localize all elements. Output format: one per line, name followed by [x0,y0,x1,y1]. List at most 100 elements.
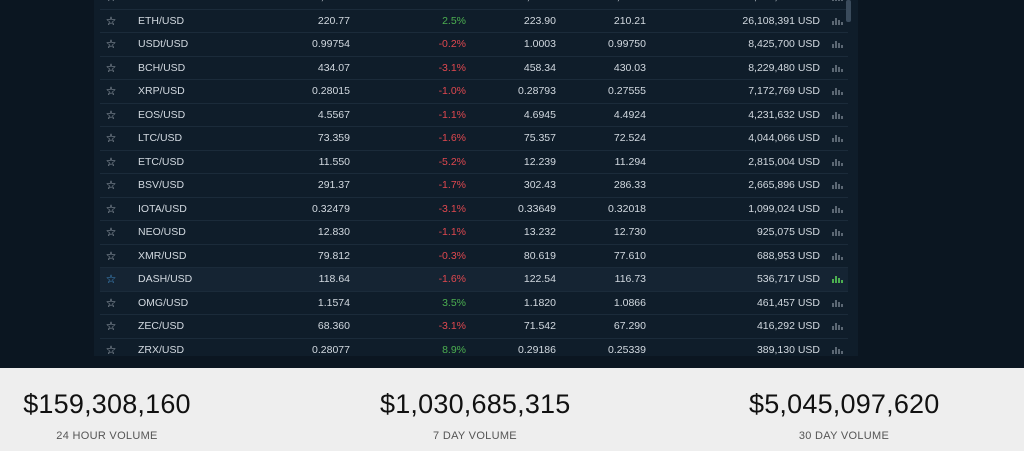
bar-chart-icon[interactable] [832,315,843,338]
bar-chart-icon[interactable] [832,127,843,150]
star-icon[interactable]: ☆ [104,221,118,244]
bar-chart-icon[interactable] [832,221,843,244]
volume: 8,425,700 USD [748,38,820,50]
bar-chart-icon[interactable] [832,268,843,291]
high-price: 302.43 [523,179,556,191]
change-percent: -1.1% [438,226,466,238]
pair-name[interactable]: ZEC/USD [138,315,184,338]
table-row[interactable]: ☆ DASH/USD 118.64 -1.6% 122.54 116.73 536,717 … [100,268,848,292]
bar-chart-icon[interactable] [832,10,843,33]
last-price: 434.07 [317,61,350,74]
high-price: 9,850.0 [521,0,556,9]
table-row[interactable]: ☆ USDt/USD 0.99754 -0.2% 1.0003 0.99750 8,425,… [100,33,848,57]
star-icon[interactable]: ☆ [104,339,118,357]
last-price: 0.32479 [312,202,350,215]
last-price: 0.28077 [312,343,350,356]
high-price: 0.33649 [518,202,556,215]
pair-name[interactable]: NEO/USD [138,221,186,244]
change-percent: -1.0% [438,85,466,97]
star-icon[interactable]: ☆ [104,315,118,338]
bar-chart-icon[interactable] [832,0,843,9]
star-icon[interactable]: ☆ [104,57,118,80]
table-row[interactable]: ☆ BSV/USD 291.37 -1.7% 302.43 286.33 2,665,896… [100,174,848,198]
star-icon[interactable]: ☆ [104,198,118,221]
scrollbar-thumb[interactable] [846,0,851,22]
pair-name[interactable]: ZRX/USD [138,339,184,357]
star-icon[interactable]: ☆ [104,127,118,150]
stat-24h-volume: $159,308,160 24 HOUR VOLUME [22,368,192,442]
volume: 4,231,632 USD [748,108,820,121]
table-row[interactable]: ☆ IOTA/USD 0.32479 -3.1% 0.33649 0.32018 1,099… [100,198,848,221]
bar-chart-icon[interactable] [832,104,843,127]
volume: 461,457 USD [756,296,820,309]
low-price: 11.294 [614,155,646,168]
star-icon[interactable]: ☆ [104,104,118,127]
table-row[interactable]: ☆ BTC/USD 9,708.9 -1.1% 9,850.0 9,654.0 81,127… [100,0,848,10]
pair-name[interactable]: OMG/USD [138,292,188,315]
volume: 26,108,391 USD [742,14,820,27]
last-price: 220.77 [317,14,350,27]
change-percent: -1.6% [438,273,466,285]
table-row[interactable]: ☆ EOS/USD 4.5567 -1.1% 4.6945 4.4924 4,231,632… [100,104,848,127]
low-price: 430.03 [613,61,646,74]
low-price: 1.0866 [613,296,646,309]
bar-chart-icon[interactable] [832,57,843,80]
low-price: 0.99750 [608,38,646,50]
star-icon[interactable]: ☆ [104,245,118,268]
star-icon[interactable]: ☆ [104,10,118,33]
star-icon[interactable]: ☆ [104,80,118,103]
bar-chart-icon[interactable] [832,151,843,174]
change-percent: -5.2% [438,155,466,168]
bar-chart-icon[interactable] [832,245,843,268]
pair-name[interactable]: EOS/USD [138,104,185,127]
pair-name[interactable]: LTC/USD [138,127,182,150]
pair-name[interactable]: XRP/USD [138,80,185,103]
high-price: 1.1820 [523,296,556,309]
bar-chart-icon[interactable] [832,292,843,315]
pair-name[interactable]: USDt/USD [138,33,188,56]
bar-chart-icon[interactable] [832,33,843,56]
table-row[interactable]: ☆ ETH/USD 220.77 2.5% 223.90 210.21 26,108,391… [100,10,848,33]
pair-name[interactable]: BCH/USD [138,57,185,80]
high-price: 458.34 [523,61,556,74]
table-row[interactable]: ☆ XMR/USD 79.812 -0.3% 80.619 77.610 688,953 U… [100,245,848,268]
pair-name[interactable]: BSV/USD [138,174,184,197]
table-row[interactable]: ☆ XRP/USD 0.28015 -1.0% 0.28793 0.27555 7,172,… [100,80,848,104]
star-icon[interactable]: ☆ [104,292,118,315]
star-icon[interactable]: ☆ [104,174,118,197]
pair-name[interactable]: XMR/USD [138,245,186,268]
pair-name[interactable]: BTC/USD [138,0,184,9]
bar-chart-icon[interactable] [832,198,843,221]
scrollbar[interactable] [846,0,852,356]
star-icon[interactable]: ☆ [104,151,118,174]
pair-name[interactable]: ETH/USD [138,10,184,33]
low-price: 12.730 [613,226,646,238]
star-icon[interactable]: ☆ [104,268,118,291]
table-row[interactable]: ☆ LTC/USD 73.359 -1.6% 75.357 72.524 4,044,066… [100,127,848,151]
last-price: 4.5567 [317,108,350,121]
last-price: 11.550 [318,155,350,168]
pair-name[interactable]: ETC/USD [138,151,184,174]
table-row[interactable]: ☆ ZRX/USD 0.28077 8.9% 0.29186 0.25339 389,130… [100,339,848,357]
bar-chart-icon[interactable] [832,339,843,357]
high-price: 223.90 [523,14,556,27]
change-percent: -1.1% [438,108,466,121]
high-price: 0.28793 [518,85,556,97]
bar-chart-icon[interactable] [832,174,843,197]
table-row[interactable]: ☆ ZEC/USD 68.360 -3.1% 71.542 67.290 416,292 U… [100,315,848,339]
bar-chart-icon[interactable] [832,80,843,103]
star-icon[interactable]: ☆ [104,0,118,9]
low-price: 286.33 [613,179,646,191]
change-percent: 3.5% [442,296,466,309]
volume: 81,127,357 USD [742,0,820,9]
pair-name[interactable]: IOTA/USD [138,198,187,221]
table-row[interactable]: ☆ ETC/USD 11.550 -5.2% 12.239 11.294 2,815,004… [100,151,848,174]
table-row[interactable]: ☆ NEO/USD 12.830 -1.1% 13.232 12.730 925,075 U… [100,221,848,245]
table-row[interactable]: ☆ OMG/USD 1.1574 3.5% 1.1820 1.0866 461,457 US… [100,292,848,315]
high-price: 12.239 [523,155,556,168]
volume: 925,075 USD [756,226,820,238]
table-row[interactable]: ☆ BCH/USD 434.07 -3.1% 458.34 430.03 8,229,480… [100,57,848,80]
stat-value: $1,030,685,315 [380,389,571,419]
pair-name[interactable]: DASH/USD [138,268,192,291]
star-icon[interactable]: ☆ [104,33,118,56]
